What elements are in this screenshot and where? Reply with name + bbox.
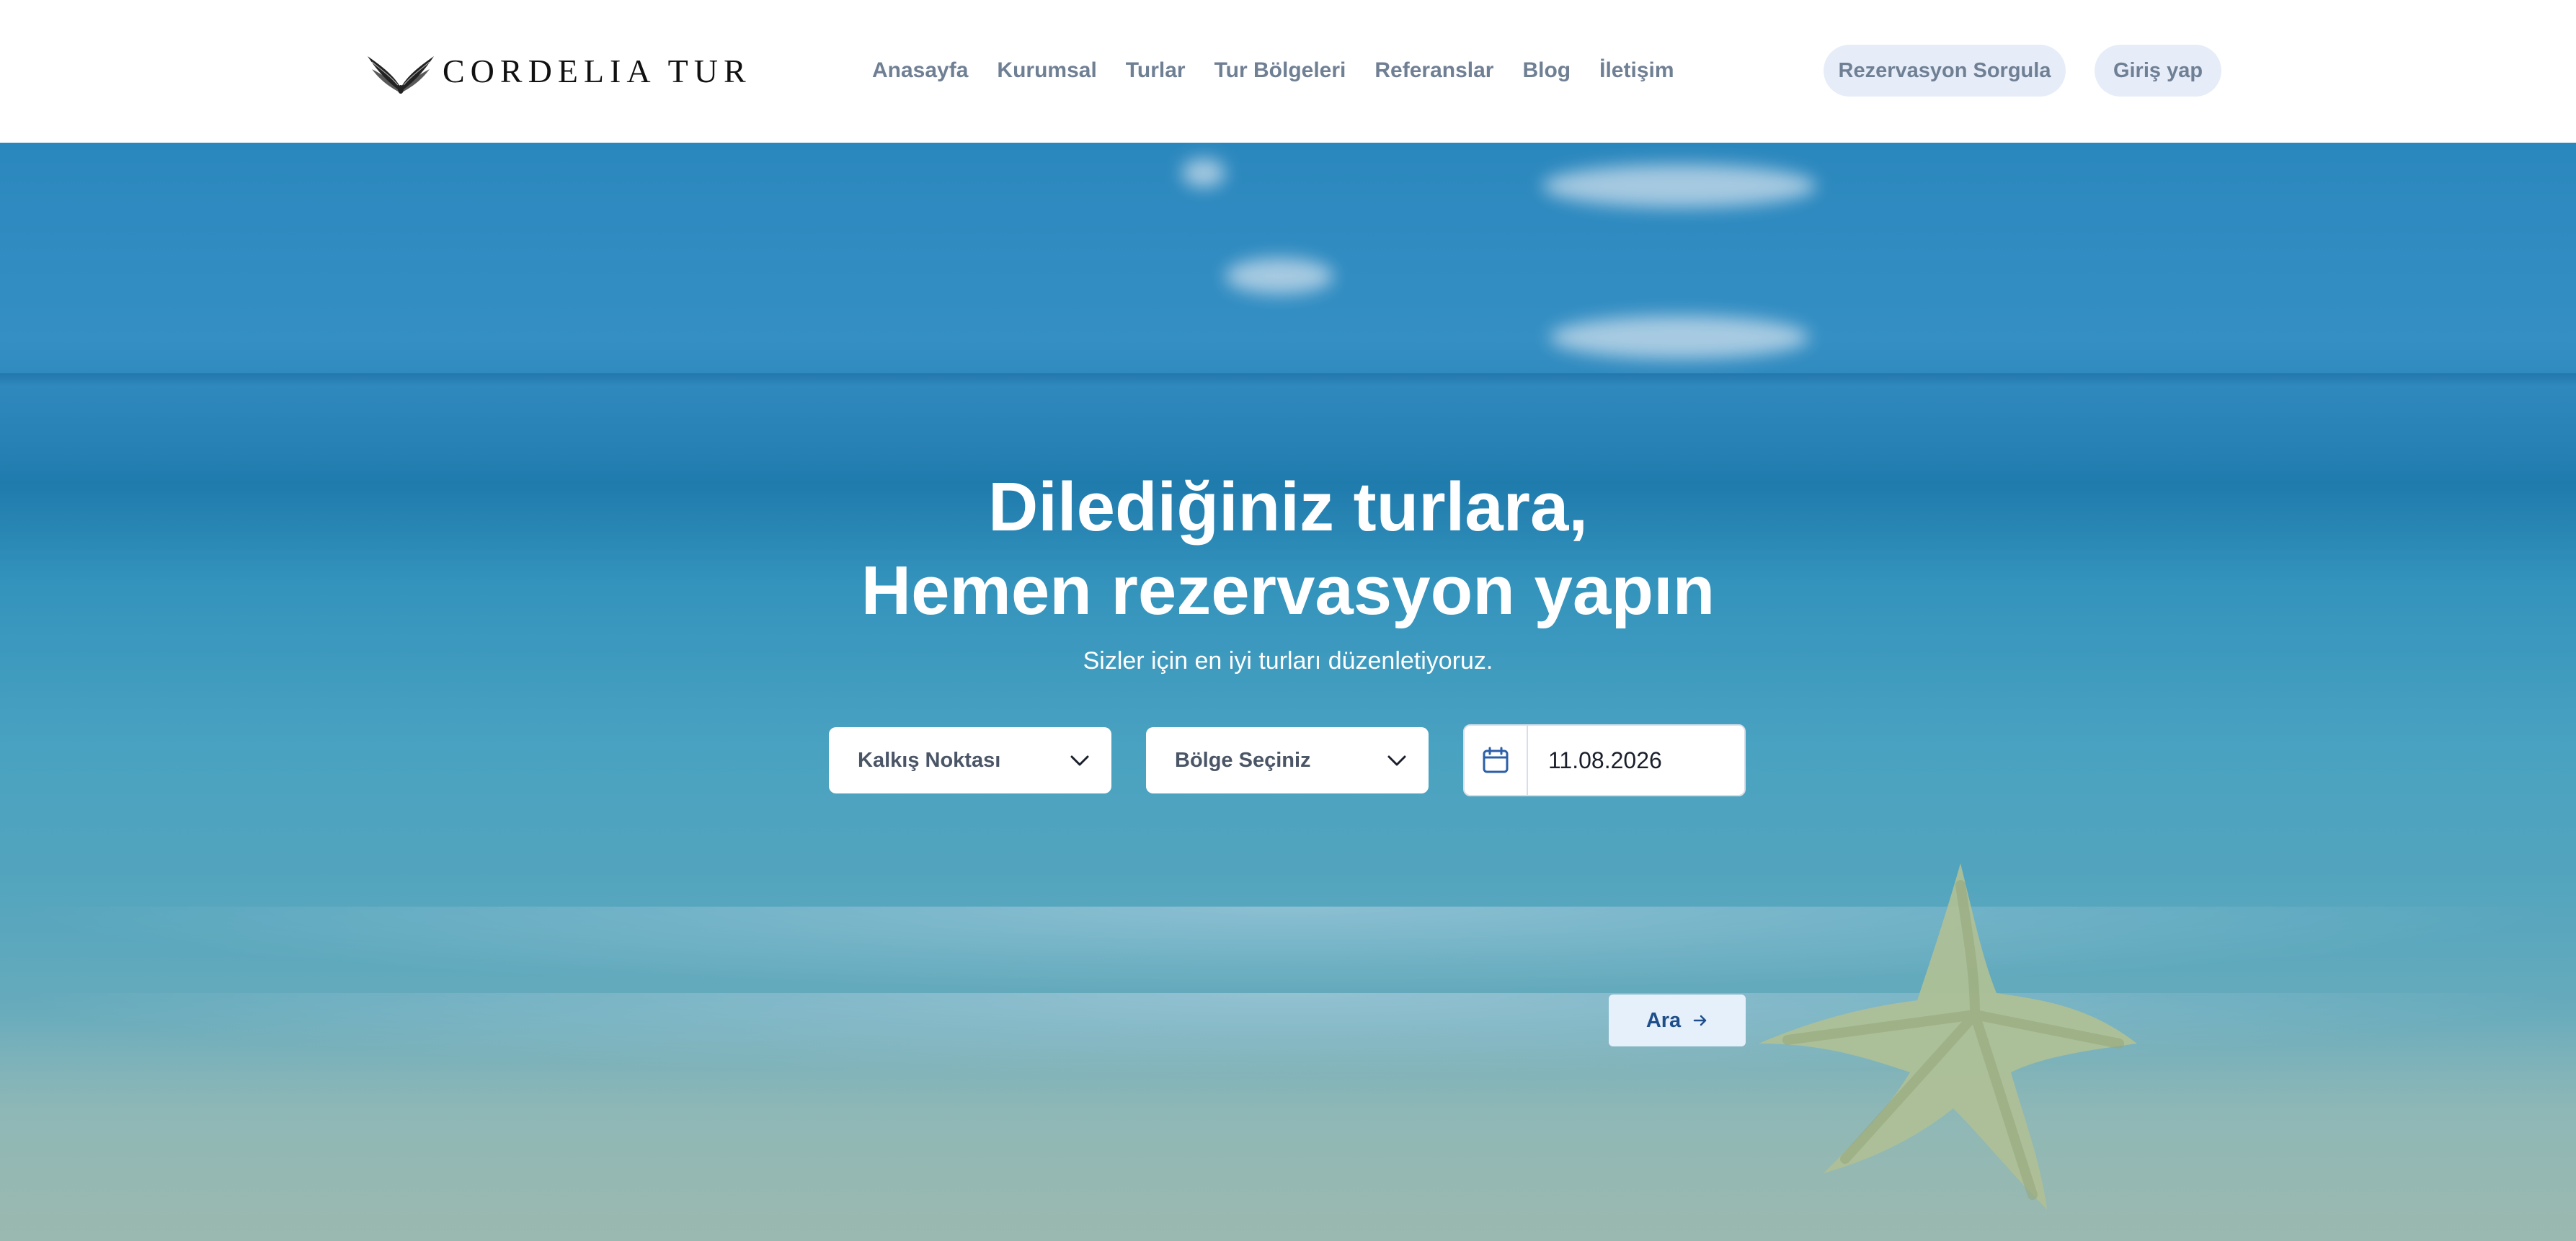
search-button[interactable]: Ara [1609,995,1746,1046]
arrow-right-icon [1693,1015,1707,1026]
chevron-down-icon [1070,755,1089,766]
hero-overlay [0,143,2576,1241]
hero-title-line-2: Hemen rezervasyon yapın [861,552,1715,629]
site-header: CORDELIA TUR Anasayfa Kurumsal Turlar Tu… [0,0,2576,143]
nav-item-iletisim[interactable]: İletişim [1599,58,1674,83]
nav-item-anasayfa[interactable]: Anasayfa [872,58,968,83]
departure-select[interactable]: Kalkış Noktası [829,727,1111,793]
hero-section: Dilediğiniz turlara, Hemen rezervasyon y… [0,143,2576,1241]
reservation-query-button[interactable]: Rezervasyon Sorgula [1824,45,2066,97]
region-select[interactable]: Bölge Seçiniz [1146,727,1429,793]
date-input[interactable] [1548,747,1721,774]
date-picker[interactable] [1463,724,1746,796]
brand-name: CORDELIA TUR [443,52,752,89]
main-nav: Anasayfa Kurumsal Turlar Tur Bölgeleri R… [872,52,1674,89]
hero-subtitle: Sizler için en iyi turları düzenletiyoru… [1083,647,1493,675]
calendar-button[interactable] [1465,726,1528,795]
brand-logo[interactable]: CORDELIA TUR [366,42,752,99]
hero-title-line-1: Dilediğiniz turlara, [987,468,1589,546]
nav-item-turlar[interactable]: Turlar [1126,58,1186,83]
login-button[interactable]: Giriş yap [2095,45,2221,97]
region-select-label: Bölge Seçiniz [1175,748,1311,772]
nav-item-kurumsal[interactable]: Kurumsal [997,58,1096,83]
departure-select-label: Kalkış Noktası [858,748,1001,772]
calendar-icon [1483,747,1509,773]
nav-item-blog[interactable]: Blog [1522,58,1571,83]
wings-logo-icon [368,56,434,94]
search-button-label: Ara [1645,1008,1682,1032]
nav-item-referanslar[interactable]: Referanslar [1374,58,1493,83]
chevron-down-icon [1387,755,1406,766]
nav-item-tur-bolgeleri[interactable]: Tur Bölgeleri [1214,58,1346,83]
hero-title: Dilediğiniz turlara, Hemen rezervasyon y… [0,466,2576,633]
